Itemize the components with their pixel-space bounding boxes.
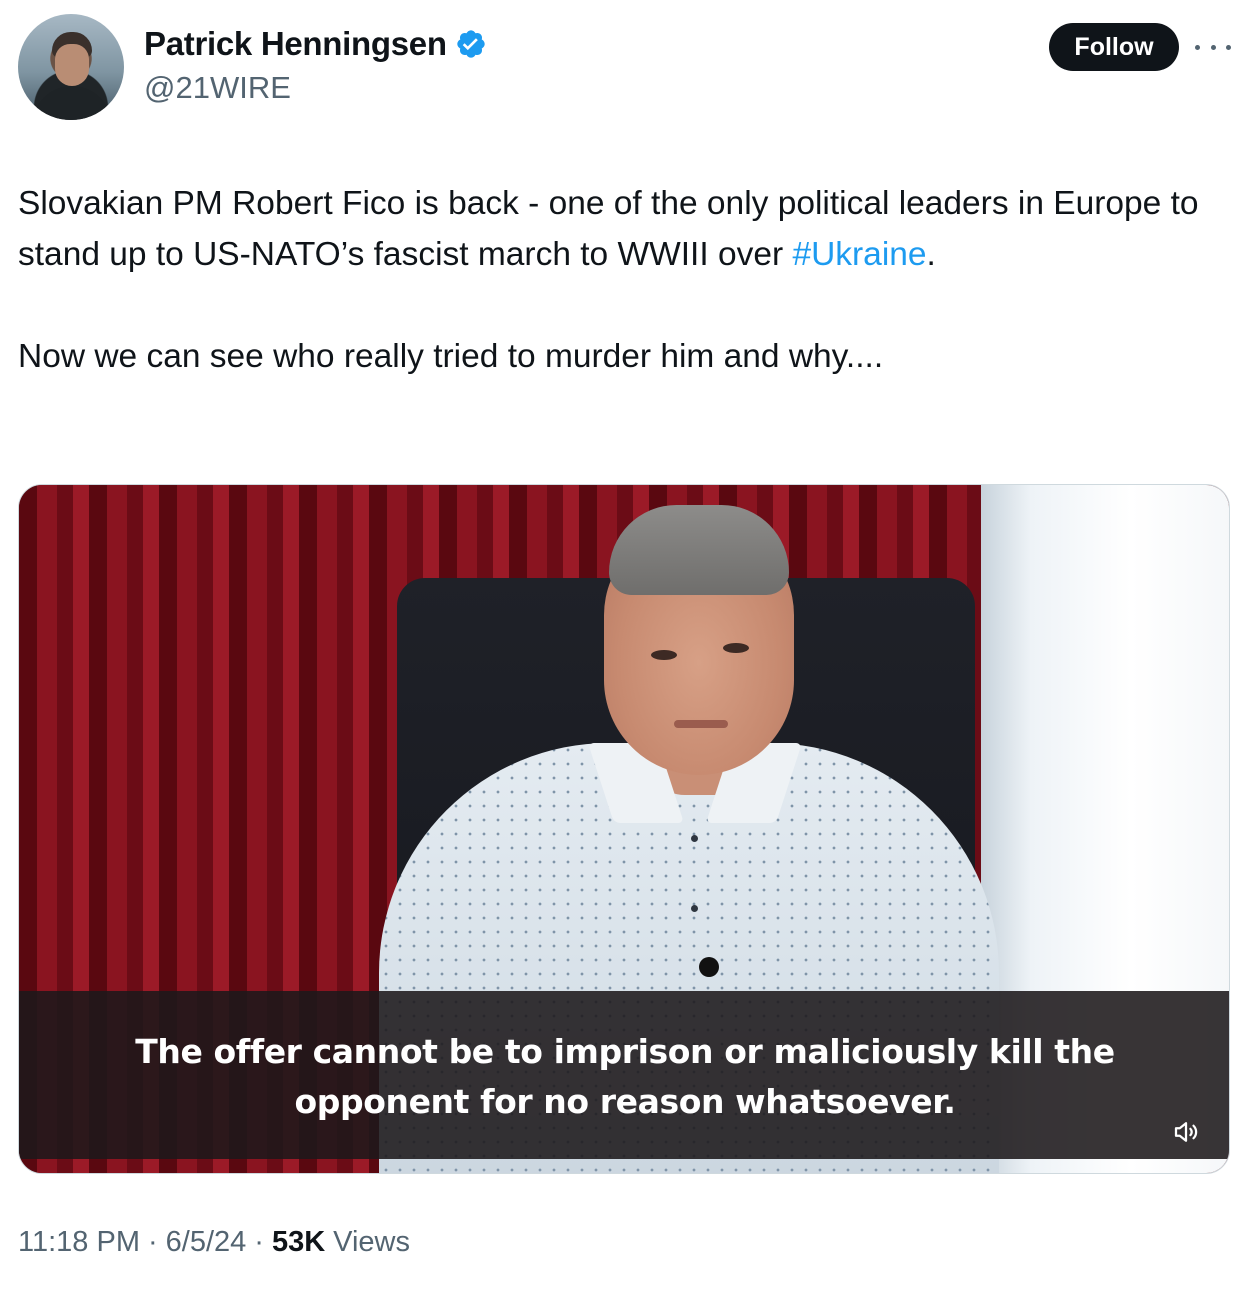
more-options-icon[interactable] <box>1195 32 1231 62</box>
video-subtitle: The offer cannot be to imprison or malic… <box>19 1027 1229 1127</box>
tweet-paragraph-2: Now we can see who really tried to murde… <box>18 338 884 375</box>
author-display-name[interactable]: Patrick Henningsen <box>144 25 447 63</box>
tweet-date[interactable]: 6/5/24 <box>166 1226 247 1259</box>
verified-badge-icon[interactable] <box>455 28 487 60</box>
meta-separator: · <box>147 1226 158 1258</box>
author-info: Patrick Henningsen @21WIRE <box>144 20 487 106</box>
subtitle-line-2: opponent for no reason whatsoever. <box>294 1082 956 1121</box>
author-avatar[interactable] <box>18 14 124 120</box>
tweet-paragraph-1-text: Slovakian PM Robert Fico is back - one o… <box>18 185 1199 273</box>
tweet-paragraph-1-end: . <box>926 236 936 273</box>
tweet-meta: 11:18 PM · 6/5/24 · 53K Views <box>18 1226 410 1259</box>
follow-button[interactable]: Follow <box>1049 23 1179 71</box>
views-label[interactable]: Views <box>333 1226 410 1259</box>
tweet-text: Slovakian PM Robert Fico is back - one o… <box>18 178 1231 382</box>
subtitle-line-1: The offer cannot be to imprison or malic… <box>135 1032 1115 1071</box>
meta-separator: · <box>254 1226 264 1258</box>
tweet-time[interactable]: 11:18 PM <box>18 1226 140 1259</box>
tweet-header: Patrick Henningsen @21WIRE Follow <box>18 14 1231 122</box>
video-player[interactable]: The offer cannot be to imprison or malic… <box>18 484 1230 1174</box>
hashtag-link[interactable]: #Ukraine <box>792 236 926 273</box>
author-handle[interactable]: @21WIRE <box>144 70 487 106</box>
speaker-icon[interactable] <box>1171 1117 1201 1147</box>
tweet-paragraph-1: Slovakian PM Robert Fico is back - one o… <box>18 178 1231 280</box>
views-count[interactable]: 53K <box>272 1226 325 1259</box>
